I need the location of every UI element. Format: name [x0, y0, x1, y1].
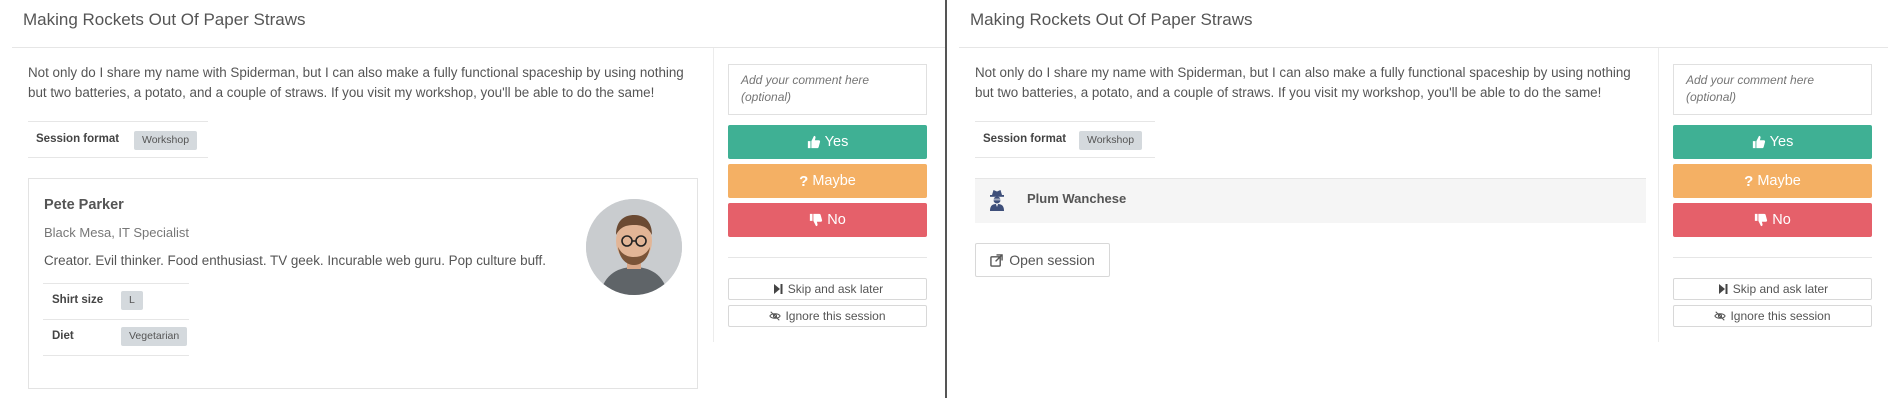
thumbs-up-icon [807, 135, 820, 149]
skip-button[interactable]: Skip and ask later [1673, 278, 1872, 300]
vote-maybe-button[interactable]: ? Maybe [1673, 164, 1872, 198]
session-title: Making Rockets Out Of Paper Straws [970, 10, 1253, 29]
vote-yes-label: Yes [824, 134, 849, 150]
thumbs-up-icon [1752, 135, 1765, 149]
vote-maybe-label: Maybe [1757, 173, 1801, 189]
external-link-icon [990, 253, 1003, 267]
vote-no-button[interactable]: No [1673, 203, 1872, 237]
anonymous-speaker-name: Plum Wanchese [1027, 191, 1127, 206]
session-format-badge: Workshop [134, 131, 198, 150]
user-secret-icon [990, 190, 1004, 211]
step-forward-icon [1718, 284, 1728, 294]
diet-label: Diet [52, 330, 74, 342]
speaker-avatar [586, 199, 682, 295]
vote-yes-label: Yes [1769, 134, 1794, 150]
thumbs-down-icon [1755, 213, 1768, 227]
session-format-badge: Workshop [1079, 131, 1143, 150]
review-divider [728, 257, 927, 258]
vote-yes-button[interactable]: Yes [728, 125, 927, 159]
meta-divider [28, 157, 208, 158]
ignore-button[interactable]: Ignore this session [728, 305, 927, 327]
vote-no-label: No [1772, 212, 1791, 228]
vote-maybe-button[interactable]: ? Maybe [728, 164, 927, 198]
title-divider [959, 47, 1888, 48]
diet-badge: Vegetarian [121, 327, 188, 346]
skip-label: Skip and ask later [1732, 282, 1829, 296]
ignore-label: Ignore this session [785, 309, 886, 323]
review-divider [1673, 257, 1872, 258]
title-divider [12, 47, 945, 48]
detail-divider [43, 283, 189, 284]
review-column-divider [1658, 48, 1659, 342]
skip-button[interactable]: Skip and ask later [728, 278, 927, 300]
speaker-role: Black Mesa, IT Specialist [44, 225, 189, 240]
session-description: Not only do I share my name with Spiderm… [975, 65, 1631, 100]
ignore-label: Ignore this session [1730, 309, 1831, 323]
ignore-button[interactable]: Ignore this session [1673, 305, 1872, 327]
session-description: Not only do I share my name with Spiderm… [28, 65, 684, 100]
anonymous-speaker-row: Plum Wanchese [975, 178, 1646, 223]
speaker-name: Pete Parker [44, 197, 124, 213]
vote-yes-button[interactable]: Yes [1673, 125, 1872, 159]
session-title: Making Rockets Out Of Paper Straws [23, 10, 306, 29]
session-format-label: Session format [983, 133, 1067, 145]
open-session-button[interactable]: Open session [975, 243, 1110, 277]
step-forward-icon [773, 284, 783, 294]
speaker-photo-icon [586, 199, 682, 295]
meta-divider [975, 157, 1155, 158]
comment-input[interactable] [1673, 64, 1872, 115]
comment-input[interactable] [728, 64, 927, 115]
vote-no-label: No [827, 212, 846, 228]
shirt-size-label: Shirt size [52, 294, 104, 306]
meta-divider [28, 121, 208, 122]
eye-slash-icon [1714, 311, 1727, 321]
speaker-bio: Creator. Evil thinker. Food enthusiast. … [44, 253, 546, 268]
review-column-divider [713, 48, 714, 342]
detail-divider [43, 319, 189, 320]
session-format-label: Session format [36, 133, 120, 145]
skip-label: Skip and ask later [787, 282, 884, 296]
session-review-panel-right: Making Rockets Out Of Paper Straws Not o… [947, 0, 1888, 398]
speaker-card: Pete Parker Black Mesa, IT Specialist Cr… [28, 178, 698, 389]
session-review-panel-left: Making Rockets Out Of Paper Straws Not o… [0, 0, 945, 398]
shirt-size-badge: L [121, 291, 143, 310]
eye-slash-icon [769, 311, 782, 321]
meta-divider [975, 121, 1155, 122]
detail-divider [43, 355, 189, 356]
open-session-label: Open session [1009, 252, 1095, 268]
vote-maybe-label: Maybe [812, 173, 856, 189]
question-icon: ? [1744, 172, 1754, 190]
vote-no-button[interactable]: No [728, 203, 927, 237]
thumbs-down-icon [810, 213, 823, 227]
question-icon: ? [799, 172, 809, 190]
